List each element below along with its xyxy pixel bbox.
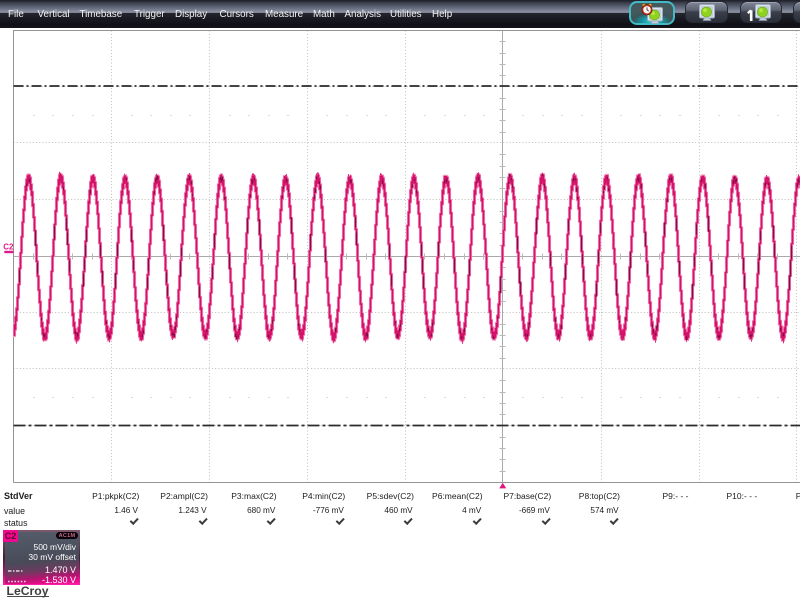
- svg-text:C2: C2: [3, 243, 14, 252]
